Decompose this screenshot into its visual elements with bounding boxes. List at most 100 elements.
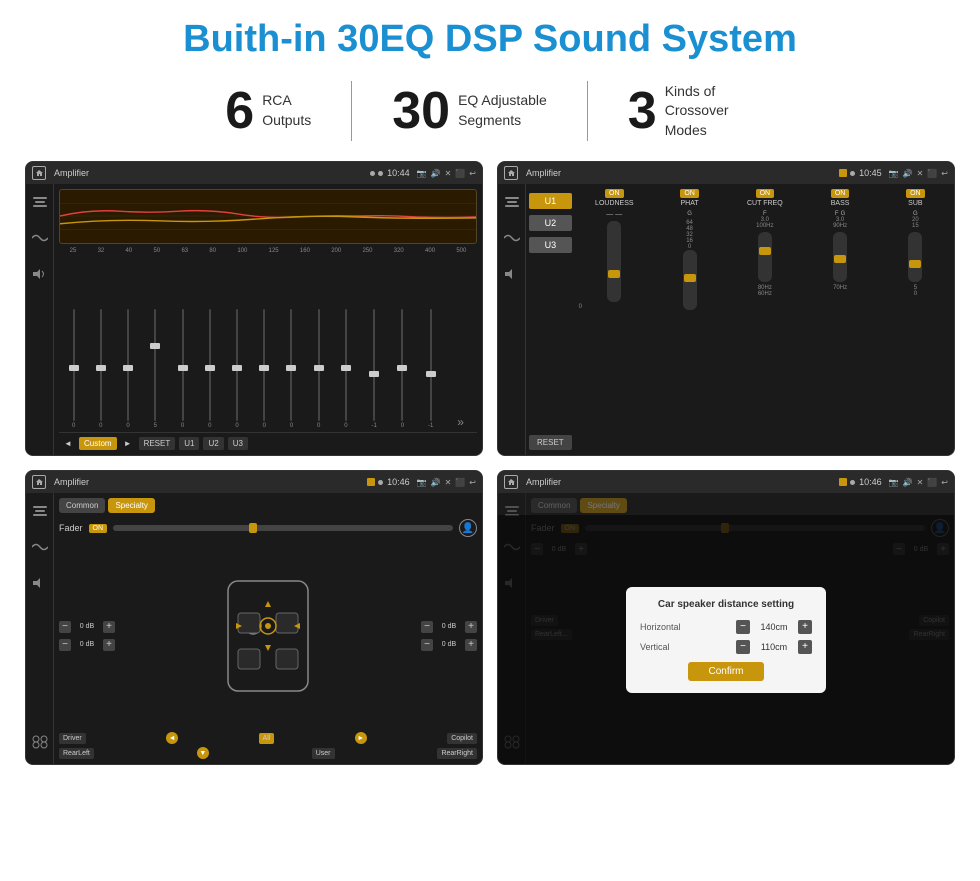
confirm-button[interactable]: Confirm bbox=[688, 662, 763, 681]
custom-label: Custom bbox=[79, 437, 117, 450]
rearright-btn[interactable]: RearRight bbox=[437, 748, 477, 759]
eq-slider-1[interactable]: 0 bbox=[99, 309, 102, 429]
vol-value-rr: 0 dB bbox=[435, 641, 463, 648]
eq-icon-2[interactable] bbox=[502, 192, 522, 212]
eq-icon-3[interactable] bbox=[30, 501, 50, 521]
dialog-row-vertical: Vertical − 110cm + bbox=[640, 640, 812, 654]
speaker-bottom: Driver ◄ All ► Copilot bbox=[59, 732, 477, 744]
home-icon-1[interactable] bbox=[32, 166, 46, 180]
copilot-btn[interactable]: Copilot bbox=[447, 733, 477, 744]
vol-plus-fl[interactable]: + bbox=[103, 621, 115, 633]
volume-icon-2[interactable] bbox=[502, 264, 522, 284]
vol-minus-fr[interactable]: − bbox=[421, 621, 433, 633]
wave-icon[interactable] bbox=[30, 228, 50, 248]
eq-slider-11[interactable]: -1 bbox=[372, 309, 377, 429]
on-badge-sub[interactable]: ON bbox=[906, 189, 925, 198]
tab-specialty[interactable]: Specialty bbox=[108, 498, 154, 513]
home-icon-4[interactable] bbox=[504, 475, 518, 489]
reset-btn-1[interactable]: RESET bbox=[139, 437, 176, 450]
eq-slider-10[interactable]: 0 bbox=[344, 309, 347, 429]
prev-btn[interactable]: ◄ bbox=[61, 436, 75, 450]
vol-right: − 0 dB + − 0 dB + bbox=[421, 543, 477, 728]
u1-select[interactable]: U1 bbox=[529, 193, 572, 209]
vol-control-rr: − 0 dB + bbox=[421, 639, 477, 651]
on-badge-phat[interactable]: ON bbox=[680, 189, 699, 198]
col-bass: ON BASS FG 3.0 90Hz 70Hz bbox=[804, 189, 875, 310]
eq-icon[interactable] bbox=[30, 192, 50, 212]
vol-minus-rr[interactable]: − bbox=[421, 639, 433, 651]
screen4-statusbar: Amplifier 10:46 📷 🔊 ✕ ⬛ ↩ bbox=[498, 471, 954, 493]
eq-slider-6[interactable]: 0 bbox=[235, 309, 238, 429]
volume-icon-3[interactable] bbox=[30, 573, 50, 593]
stat-item-crossover: 3 Kinds ofCrossover Modes bbox=[588, 82, 795, 141]
speaker-tabs-row: Common Specialty bbox=[59, 498, 477, 513]
arrow-left[interactable]: ◄ bbox=[166, 732, 178, 744]
on-badge-bass[interactable]: ON bbox=[831, 189, 850, 198]
u3-btn[interactable]: U3 bbox=[228, 437, 248, 450]
u2-select[interactable]: U2 bbox=[529, 215, 572, 231]
vol-minus-rl[interactable]: − bbox=[59, 639, 71, 651]
eq-slider-2[interactable]: 0 bbox=[126, 309, 129, 429]
horizontal-label: Horizontal bbox=[640, 622, 695, 632]
eq-slider-7[interactable]: 0 bbox=[263, 309, 266, 429]
vol-plus-rl[interactable]: + bbox=[103, 639, 115, 651]
vol-plus-fr[interactable]: + bbox=[465, 621, 477, 633]
u1-btn[interactable]: U1 bbox=[179, 437, 199, 450]
dialog-title: Car speaker distance setting bbox=[640, 599, 812, 610]
all-btn[interactable]: All bbox=[259, 733, 275, 744]
fader-on-badge[interactable]: ON bbox=[89, 524, 108, 533]
horizontal-plus[interactable]: + bbox=[798, 620, 812, 634]
eq-slider-4[interactable]: 0 bbox=[181, 309, 184, 429]
arrow-right[interactable]: ► bbox=[355, 732, 367, 744]
person-icon: 👤 bbox=[459, 519, 477, 537]
vol-left: − 0 dB + − 0 dB + bbox=[59, 543, 115, 728]
eq-slider-0[interactable]: 0 bbox=[72, 309, 75, 429]
app-name-2: Amplifier bbox=[526, 168, 835, 178]
wave-icon-3[interactable] bbox=[30, 537, 50, 557]
eq-sliders-area: 0 0 0 5 0 bbox=[59, 258, 477, 429]
speaker-icon-3[interactable] bbox=[30, 732, 50, 752]
reset-crossover[interactable]: RESET bbox=[529, 435, 572, 450]
vol-minus-fl[interactable]: − bbox=[59, 621, 71, 633]
eq-slider-12[interactable]: 0 bbox=[401, 309, 404, 429]
eq-slider-13[interactable]: -1 bbox=[428, 309, 433, 429]
rearleft-btn[interactable]: RearLeft bbox=[59, 748, 94, 759]
horizontal-minus[interactable]: − bbox=[736, 620, 750, 634]
vertical-plus[interactable]: + bbox=[798, 640, 812, 654]
status-time-4: 10:46 bbox=[859, 477, 882, 487]
u2-btn[interactable]: U2 bbox=[203, 437, 223, 450]
dialog-box: Car speaker distance setting Horizontal … bbox=[626, 587, 826, 693]
play-btn[interactable]: ► bbox=[121, 436, 135, 450]
status-dots-1 bbox=[370, 171, 383, 176]
vol-plus-rr[interactable]: + bbox=[465, 639, 477, 651]
eq-slider-8[interactable]: 0 bbox=[290, 309, 293, 429]
arrow-down[interactable]: ▼ bbox=[197, 747, 209, 759]
fader-slider[interactable] bbox=[113, 525, 453, 531]
eq-slider-5[interactable]: 0 bbox=[208, 309, 211, 429]
eq-slider-9[interactable]: 0 bbox=[317, 309, 320, 429]
home-icon-2[interactable] bbox=[504, 166, 518, 180]
horizontal-control: − 140cm + bbox=[736, 620, 812, 634]
wave-icon-2[interactable] bbox=[502, 228, 522, 248]
vertical-minus[interactable]: − bbox=[736, 640, 750, 654]
on-badge-cutfreq[interactable]: ON bbox=[756, 189, 775, 198]
user-btn[interactable]: User bbox=[312, 748, 335, 759]
status-icons-3 bbox=[367, 478, 383, 486]
status-icons-right-1: 📷 🔊 ✕ ⬛ ↩ bbox=[417, 169, 476, 178]
driver-btn[interactable]: Driver bbox=[59, 733, 86, 744]
stat-label-crossover: Kinds ofCrossover Modes bbox=[665, 82, 755, 141]
u3-select[interactable]: U3 bbox=[529, 237, 572, 253]
screen3: Amplifier 10:46 📷 🔊 ✕ ⬛ ↩ bbox=[25, 470, 483, 765]
eq-expand-btn[interactable]: » bbox=[457, 415, 464, 429]
on-badge-loudness[interactable]: ON bbox=[605, 189, 624, 198]
tab-common[interactable]: Common bbox=[59, 498, 105, 513]
eq-slider-3[interactable]: 5 bbox=[154, 309, 157, 429]
home-icon-3[interactable] bbox=[32, 475, 46, 489]
vol-value-fl: 0 dB bbox=[73, 623, 101, 630]
stat-label-rca: RCAOutputs bbox=[262, 91, 311, 130]
eq-labels-row: 25 32 40 50 63 80 100 125 160 200 250 32… bbox=[59, 248, 477, 254]
sidebar-3 bbox=[26, 493, 54, 764]
col-phat: ON PHAT G 64 48 32 16 0 bbox=[654, 189, 725, 310]
status-icons-4 bbox=[839, 478, 855, 486]
volume-icon[interactable] bbox=[30, 264, 50, 284]
